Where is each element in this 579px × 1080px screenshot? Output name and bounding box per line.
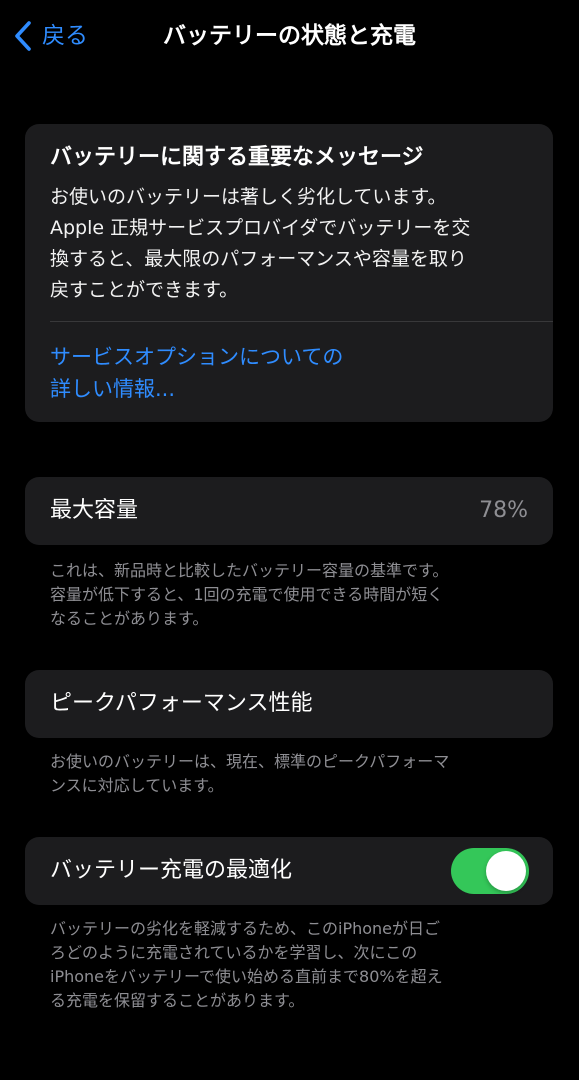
footnote-line: お使いのバッテリーは、現在、標準のピークパフォーマ: [50, 752, 450, 771]
footnote-line: 容量が低下すると、1回の充電で使用できる時間が短く: [50, 585, 444, 604]
message-body-line: お使いのバッテリーは著しく劣化しています。: [50, 186, 447, 208]
service-options-link[interactable]: サービスオプションについての 詳しい情報...: [50, 341, 343, 405]
navigation-bar: 戻る バッテリーの状態と充電: [0, 0, 579, 72]
message-body-line: 戻すことができます。: [50, 279, 239, 301]
back-button[interactable]: 戻る: [12, 18, 88, 54]
page-title: バッテリーの状態と充電: [163, 23, 416, 49]
max-capacity-footnote: これは、新品時と比較したバッテリー容量の基準です。 容量が低下すると、1回の充電…: [50, 559, 535, 631]
footnote-line: ンスに対応しています。: [50, 776, 224, 795]
footnote-line: なることがあります。: [50, 609, 209, 628]
chevron-left-icon: [15, 21, 31, 51]
service-options-link-line: サービスオプションについての: [50, 345, 344, 369]
card-divider: [50, 321, 553, 322]
peak-performance-label: ピークパフォーマンス性能: [50, 691, 313, 716]
message-body: お使いのバッテリーは著しく劣化しています。 Apple 正規サービスプロバイダで…: [50, 182, 535, 306]
optimized-charging-footnote: バッテリーの劣化を軽減するため、このiPhoneが日ご ろどのように充電されてい…: [50, 917, 535, 1013]
back-label: 戻る: [42, 23, 88, 49]
footnote-line: これは、新品時と比較したバッテリー容量の基準です。: [50, 561, 449, 580]
footnote-line: バッテリーの劣化を軽減するため、このiPhoneが日ご: [50, 919, 441, 938]
important-message-card: バッテリーに関する重要なメッセージ お使いのバッテリーは著しく劣化しています。 …: [25, 124, 553, 422]
peak-performance-footnote: お使いのバッテリーは、現在、標準のピークパフォーマ ンスに対応しています。: [50, 750, 535, 798]
max-capacity-value: 78%: [479, 498, 528, 523]
optimized-charging-label: バッテリー充電の最適化: [50, 858, 293, 883]
footnote-line: る充電を保留することがあります。: [50, 991, 305, 1010]
footnote-line: ろどのように充電されているかを学習し、次にこの: [50, 943, 418, 962]
footnote-line: iPhoneをバッテリーで使い始める直前まで80%を超え: [50, 967, 443, 986]
max-capacity-label: 最大容量: [50, 498, 139, 523]
optimized-charging-toggle[interactable]: [451, 848, 529, 894]
message-body-line: 換すると、最大限のパフォーマンスや容量を取り: [50, 248, 467, 270]
toggle-knob: [486, 851, 526, 891]
optimized-charging-row: バッテリー充電の最適化: [25, 837, 553, 905]
message-title: バッテリーに関する重要なメッセージ: [50, 145, 424, 170]
peak-performance-row: ピークパフォーマンス性能: [25, 670, 553, 738]
service-options-link-line: 詳しい情報...: [50, 377, 176, 401]
max-capacity-row: 最大容量 78%: [25, 477, 553, 545]
message-body-line: Apple 正規サービスプロバイダでバッテリーを交: [50, 217, 471, 239]
